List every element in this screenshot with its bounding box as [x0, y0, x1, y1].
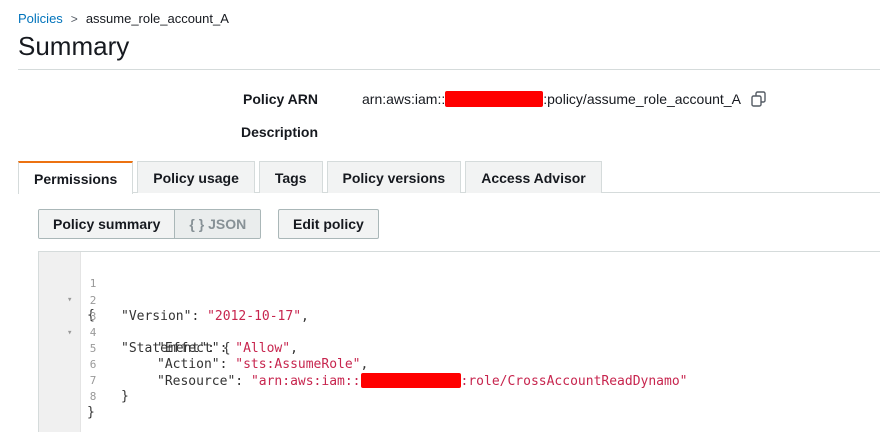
code-line-1: 1 ▾ {	[39, 260, 96, 323]
description-label: Description	[240, 124, 318, 140]
code-line-2: 2 "Version": "2012-10-17",	[39, 277, 309, 324]
code-line-8: 8 }	[39, 373, 96, 420]
code-text: "Effect": "Allow",	[157, 341, 298, 357]
json-colon: :	[219, 357, 236, 372]
code-brace: }	[121, 389, 129, 404]
redaction-mark	[445, 91, 544, 107]
code-line-7: 7 }	[39, 357, 129, 404]
line-number: 1	[89, 277, 97, 290]
code-text: "Version": "2012-10-17",	[121, 309, 309, 325]
page-title: Summary	[18, 31, 130, 61]
title-divider	[18, 69, 880, 70]
line-number: 4	[89, 326, 97, 339]
line-number: 7	[89, 374, 97, 387]
line-number: 5	[89, 342, 97, 355]
copy-icon[interactable]	[750, 91, 768, 107]
tab-policy-versions[interactable]: Policy versions	[326, 161, 462, 193]
json-comma: ,	[301, 309, 309, 324]
policy-summary-button[interactable]: Policy summary	[39, 210, 175, 238]
code-text: "Resource": "arn:aws:iam:::role/CrossAcc…	[157, 373, 688, 390]
policy-arn-value: arn:aws:iam:: :policy/assume_role_accoun…	[362, 91, 768, 107]
breadcrumb-policies-link[interactable]: Policies	[18, 11, 63, 26]
json-colon: :	[191, 309, 208, 324]
breadcrumb-current: assume_role_account_A	[85, 11, 229, 26]
json-colon: :	[219, 341, 236, 356]
tab-access-advisor[interactable]: Access Advisor	[465, 161, 602, 193]
json-comma: ,	[360, 357, 369, 372]
json-key: "Action"	[157, 357, 220, 372]
json-string: "sts:AssumeRole"	[235, 357, 361, 372]
json-comma: ,	[290, 341, 298, 356]
tab-policy-usage[interactable]: Policy usage	[137, 161, 255, 193]
code-line-6: 6 "Resource": "arn:aws:iam:::role/CrossA…	[39, 341, 688, 389]
json-string: :role/CrossAccountReadDynamo"	[460, 374, 688, 389]
code-text: "Action": "sts:AssumeRole",	[157, 357, 368, 373]
code-line-3: 3 ▾ "Statement": {	[39, 293, 231, 356]
json-key: "Resource"	[157, 374, 236, 389]
code-text: }	[121, 389, 129, 405]
tab-permissions[interactable]: Permissions	[18, 161, 134, 194]
json-key: "Effect"	[157, 341, 220, 356]
view-toggle: Policy summary { } JSON	[38, 209, 262, 239]
json-button[interactable]: { } JSON	[174, 210, 261, 238]
line-number: 3	[89, 310, 97, 323]
breadcrumb: Policies > assume_role_account_A	[18, 11, 229, 26]
redaction-mark	[360, 373, 461, 388]
policy-arn-prefix: arn:aws:iam::	[362, 91, 446, 107]
line-number: 6	[89, 358, 97, 371]
json-colon: :	[235, 374, 251, 389]
edit-policy-button[interactable]: Edit policy	[278, 209, 379, 239]
policy-tabs: Permissions Policy usage Tags Policy ver…	[18, 161, 880, 194]
breadcrumb-separator: >	[70, 11, 78, 26]
policy-arn-suffix: :policy/assume_role_account_A	[543, 91, 741, 107]
code-brace: }	[87, 405, 95, 420]
json-string: "arn:aws:iam::	[250, 374, 361, 389]
json-string: "Allow"	[235, 341, 291, 356]
code-text: }	[87, 405, 95, 421]
line-number: 8	[89, 390, 97, 403]
policy-arn-label: Policy ARN	[243, 91, 318, 107]
tab-tags[interactable]: Tags	[258, 161, 323, 193]
json-key: "Version"	[121, 309, 192, 324]
code-line-5: 5 "Action": "sts:AssumeRole",	[39, 325, 369, 372]
json-editor[interactable]: 1 ▾ { 2 "Version": "2012-10-17", 3 ▾ "St…	[38, 251, 880, 432]
code-line-4: 4 "Effect": "Allow",	[39, 309, 298, 356]
line-number: 2	[89, 294, 97, 307]
json-string: "2012-10-17"	[207, 309, 302, 324]
